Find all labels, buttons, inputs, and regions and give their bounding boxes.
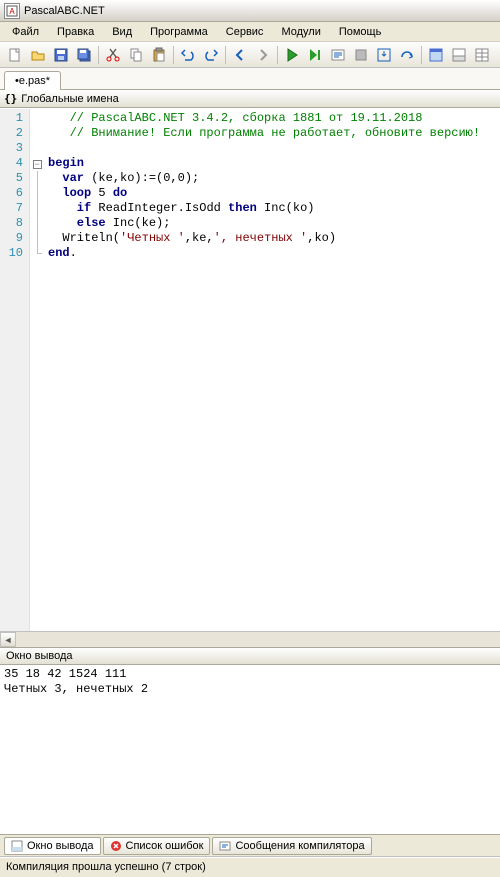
menu-file[interactable]: Файл (4, 24, 47, 40)
nav-panel[interactable]: {} Глобальные имена (0, 90, 500, 108)
app-icon: A (4, 3, 20, 19)
toolbar-separator (98, 46, 99, 64)
fold-toggle-icon[interactable]: − (33, 160, 42, 169)
properties-icon[interactable] (471, 44, 493, 66)
nav-back-icon[interactable] (229, 44, 251, 66)
h-scrollbar[interactable]: ◄ (0, 631, 500, 647)
cut-icon[interactable] (102, 44, 124, 66)
new-file-icon[interactable] (4, 44, 26, 66)
menu-modules[interactable]: Модули (273, 24, 328, 40)
compile-icon[interactable] (327, 44, 349, 66)
fold-column: − (30, 109, 44, 631)
copy-icon[interactable] (125, 44, 147, 66)
code-area[interactable]: // PascalABC.NET 3.4.2, сборка 1881 от 1… (44, 109, 500, 631)
output-line: 35 18 42 1524 111 (4, 667, 126, 681)
compiler-tab-icon (219, 840, 231, 852)
tab-output[interactable]: Окно вывода (4, 837, 101, 855)
step-into-icon[interactable] (373, 44, 395, 66)
save-icon[interactable] (50, 44, 72, 66)
menu-edit[interactable]: Правка (49, 24, 102, 40)
svg-text:A: A (9, 7, 15, 16)
undo-icon[interactable] (177, 44, 199, 66)
output-title: Окно вывода (0, 647, 500, 665)
tab-errors[interactable]: Список ошибок (103, 837, 211, 855)
toolbar-separator (277, 46, 278, 64)
menubar: Файл Правка Вид Программа Сервис Модули … (0, 22, 500, 42)
nav-forward-icon[interactable] (252, 44, 274, 66)
toolbar-separator (173, 46, 174, 64)
toolbar-separator (225, 46, 226, 64)
menu-program[interactable]: Программа (142, 24, 216, 40)
tab-compiler[interactable]: Сообщения компилятора (212, 837, 371, 855)
menu-view[interactable]: Вид (104, 24, 140, 40)
menu-service[interactable]: Сервис (218, 24, 272, 40)
line-gutter: 1 2 3 4 5 6 7 8 9 10 (0, 109, 30, 631)
titlebar: A PascalABC.NET (0, 0, 500, 22)
output-line: Четных 3, нечетных 2 (4, 682, 148, 696)
file-tab-active[interactable]: •e.pas* (4, 71, 61, 90)
step-over-icon[interactable] (396, 44, 418, 66)
nav-label: Глобальные имена (21, 93, 119, 105)
code-editor[interactable]: 1 2 3 4 5 6 7 8 9 10 − // PascalABC.NET … (0, 108, 500, 631)
run-icon[interactable] (281, 44, 303, 66)
window-title: PascalABC.NET (24, 5, 105, 17)
errors-tab-icon (110, 840, 122, 852)
scroll-left-icon[interactable]: ◄ (0, 632, 16, 647)
save-all-icon[interactable] (73, 44, 95, 66)
output-window-icon[interactable] (448, 44, 470, 66)
toolbar (0, 42, 500, 68)
output-tab-icon (11, 840, 23, 852)
redo-icon[interactable] (200, 44, 222, 66)
menu-help[interactable]: Помощь (331, 24, 390, 40)
statusbar: Компиляция прошла успешно (7 строк) (0, 857, 500, 877)
run-no-debug-icon[interactable] (304, 44, 326, 66)
paste-icon[interactable] (148, 44, 170, 66)
output-panel[interactable]: 35 18 42 1524 111 Четных 3, нечетных 2 (0, 665, 500, 835)
status-text: Компиляция прошла успешно (7 строк) (6, 861, 206, 873)
bottom-tabstrip: Окно вывода Список ошибок Сообщения комп… (0, 835, 500, 857)
toolbar-separator (421, 46, 422, 64)
form-designer-icon[interactable] (425, 44, 447, 66)
file-tabstrip: •e.pas* (0, 68, 500, 90)
open-file-icon[interactable] (27, 44, 49, 66)
braces-icon: {} (4, 92, 17, 105)
stop-icon[interactable] (350, 44, 372, 66)
